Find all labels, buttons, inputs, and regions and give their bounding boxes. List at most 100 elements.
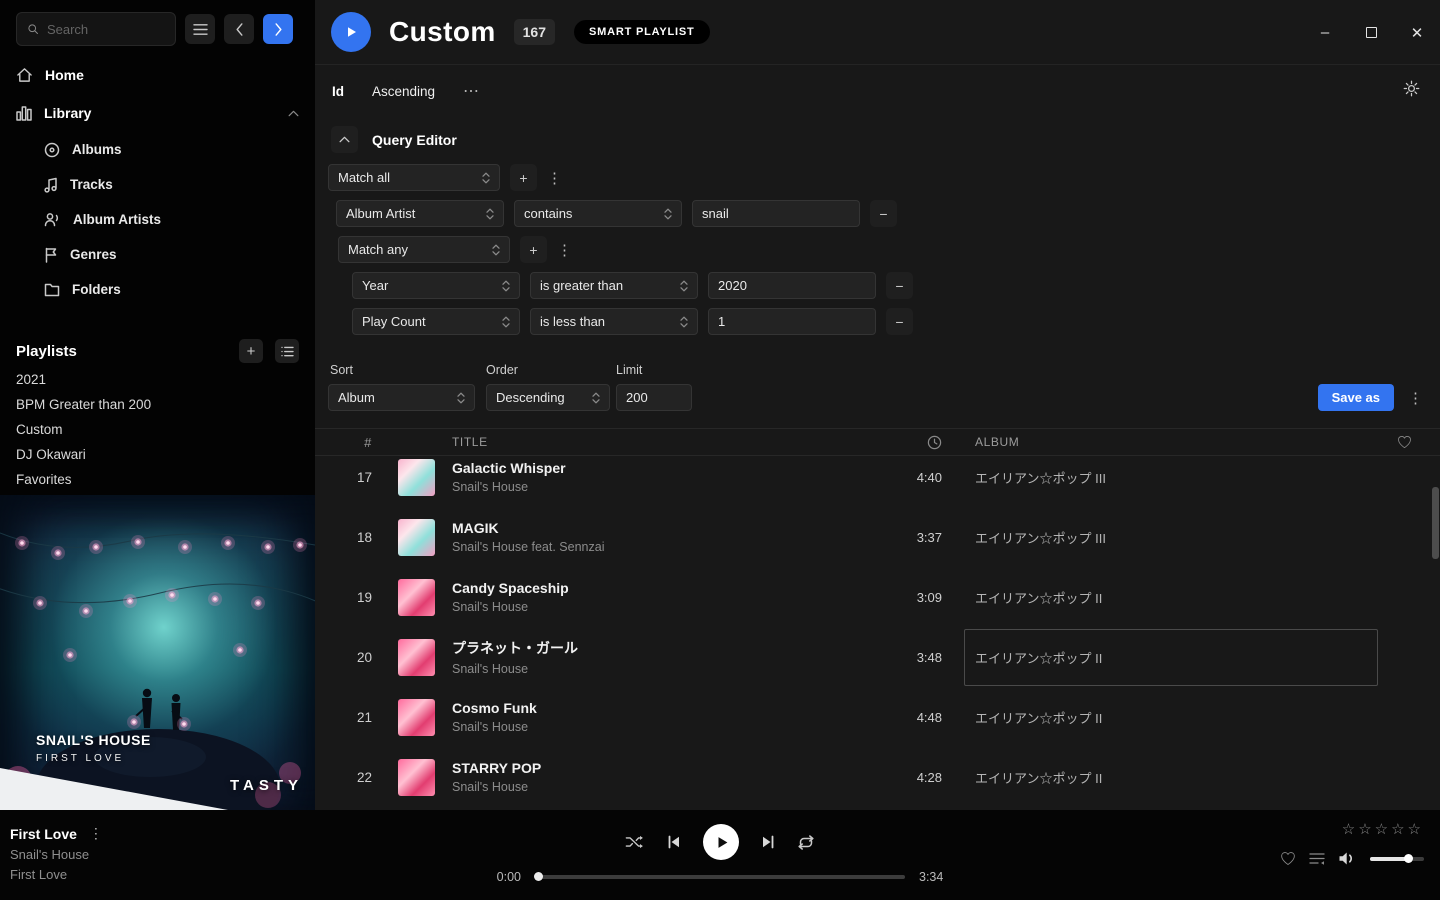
favorite-button[interactable] xyxy=(1280,851,1296,866)
track-duration: 4:40 xyxy=(822,470,942,485)
now-playing-menu-icon[interactable]: ⋮ xyxy=(89,825,103,842)
save-as-button[interactable]: Save as xyxy=(1318,384,1394,411)
sort-select-value: Album xyxy=(338,390,375,405)
sidebar-item-tracks[interactable]: Tracks xyxy=(0,167,315,202)
rule-row-year: Year is greater than − xyxy=(352,272,913,299)
rating-stars[interactable]: ☆☆☆☆☆ xyxy=(1342,822,1424,838)
repeat-button[interactable] xyxy=(797,835,815,850)
match-select[interactable]: Match all xyxy=(328,164,500,191)
playlist-view-button[interactable] xyxy=(275,339,299,363)
play-playlist-button[interactable] xyxy=(331,12,371,52)
track-number: 22 xyxy=(315,770,372,785)
track-table-header: # TITLE ALBUM xyxy=(315,428,1440,456)
seek-handle[interactable] xyxy=(534,872,543,881)
clock-icon xyxy=(927,435,942,450)
search-box[interactable] xyxy=(16,12,176,46)
add-playlist-button[interactable]: + xyxy=(239,339,263,363)
heart-icon xyxy=(1397,435,1412,449)
maximize-button[interactable] xyxy=(1362,27,1380,38)
chevron-up-icon[interactable] xyxy=(288,110,299,117)
sidebar-item-genres[interactable]: Genres xyxy=(0,237,315,272)
rule-field-select[interactable]: Play Count xyxy=(352,308,520,335)
column-album[interactable]: ALBUM xyxy=(975,435,1390,449)
order-select[interactable]: Descending xyxy=(486,384,610,411)
playlist-item-dj-okawari[interactable]: DJ Okawari xyxy=(0,442,315,467)
now-playing-album[interactable]: First Love xyxy=(10,867,103,882)
settings-button[interactable] xyxy=(1403,80,1420,100)
playlist-item-2021[interactable]: 2021 xyxy=(0,367,315,392)
track-row[interactable]: 18 MAGIK Snail's House feat. Sennzai 3:3… xyxy=(315,507,1440,567)
volume-button[interactable] xyxy=(1338,851,1357,866)
playlist-item-custom[interactable]: Custom xyxy=(0,417,315,442)
collapse-query-editor-button[interactable] xyxy=(331,126,358,153)
sort-field-control[interactable]: Id xyxy=(332,84,344,99)
rule-field-select[interactable]: Album Artist xyxy=(336,200,504,227)
add-rule-button[interactable]: + xyxy=(510,164,537,191)
now-playing-artist[interactable]: Snail's House xyxy=(10,847,103,862)
group-menu-icon[interactable]: ⋮ xyxy=(557,241,571,259)
column-title[interactable]: TITLE xyxy=(452,435,822,449)
shuffle-button[interactable] xyxy=(625,834,645,850)
volume-slider[interactable] xyxy=(1370,857,1424,861)
remove-rule-button[interactable]: − xyxy=(886,308,913,335)
now-playing-title[interactable]: First Love xyxy=(10,826,77,842)
nav-back-button[interactable] xyxy=(224,14,254,44)
more-options-icon[interactable]: ⋯ xyxy=(463,81,479,101)
cover-artist: SNAIL'S HOUSE xyxy=(36,732,151,748)
group-match-select[interactable]: Match any xyxy=(338,236,510,263)
limit-input[interactable] xyxy=(616,384,692,411)
add-group-rule-button[interactable]: + xyxy=(520,236,547,263)
match-select-value: Match all xyxy=(338,170,390,185)
nav-forward-button[interactable] xyxy=(263,14,293,44)
queue-icon xyxy=(1309,852,1325,865)
track-row[interactable]: 17 Galactic Whisper Snail's House 4:40 エ… xyxy=(315,456,1440,507)
limit-label: Limit xyxy=(616,363,642,377)
track-row[interactable]: 19 Candy Spaceship Snail's House 3:09 エイ… xyxy=(315,567,1440,627)
rule-group-menu-icon[interactable]: ⋮ xyxy=(547,169,561,187)
previous-track-button[interactable] xyxy=(667,835,681,849)
play-pause-button[interactable] xyxy=(703,824,739,860)
sidebar-item-folders[interactable]: Folders xyxy=(0,272,315,307)
queue-button[interactable] xyxy=(1309,852,1325,865)
track-row[interactable]: 21 Cosmo Funk Snail's House 4:48 エイリアン☆ポ… xyxy=(315,687,1440,747)
remove-rule-button[interactable]: − xyxy=(886,272,913,299)
search-input[interactable] xyxy=(47,22,165,37)
group-match-value: Match any xyxy=(348,242,408,257)
query-editor-header: Query Editor xyxy=(331,126,457,153)
track-album: エイリアン☆ポップ III xyxy=(975,468,1390,487)
rule-operator-select[interactable]: contains xyxy=(514,200,682,227)
remove-rule-button[interactable]: − xyxy=(870,200,897,227)
focused-album-cell[interactable]: エイリアン☆ポップ II xyxy=(964,629,1378,686)
save-menu-icon[interactable]: ⋮ xyxy=(1408,384,1422,411)
volume-handle[interactable] xyxy=(1404,854,1413,863)
column-favorite[interactable] xyxy=(1390,435,1418,449)
rule-value-input[interactable] xyxy=(708,272,876,299)
menu-button[interactable] xyxy=(185,14,215,44)
sidebar-item-albums[interactable]: Albums xyxy=(0,132,315,167)
seek-bar[interactable] xyxy=(535,875,905,879)
playlist-item-bpm[interactable]: BPM Greater than 200 xyxy=(0,392,315,417)
playlist-item-favorites[interactable]: Favorites xyxy=(0,467,315,492)
rule-operator-select[interactable]: is less than xyxy=(530,308,698,335)
next-track-button[interactable] xyxy=(761,835,775,849)
rule-value-input[interactable] xyxy=(708,308,876,335)
scrollbar-thumb[interactable] xyxy=(1432,487,1439,559)
rule-value-input[interactable] xyxy=(692,200,860,227)
minimize-button[interactable]: – xyxy=(1316,24,1334,41)
sort-direction-control[interactable]: Ascending xyxy=(372,84,435,99)
track-row[interactable]: 22 STARRY POP Snail's House 4:28 エイリアン☆ポ… xyxy=(315,747,1440,807)
rule-operator-select[interactable]: is greater than xyxy=(530,272,698,299)
sort-select[interactable]: Album xyxy=(328,384,475,411)
order-label: Order xyxy=(486,363,518,377)
sidebar-item-home[interactable]: Home xyxy=(0,56,315,94)
close-button[interactable]: ✕ xyxy=(1408,24,1426,42)
track-row[interactable]: 20 プラネット・ガール Snail's House 3:48 エイリアン☆ポッ… xyxy=(315,627,1440,687)
chevron-left-icon xyxy=(235,23,244,36)
sidebar-item-library[interactable]: Library xyxy=(0,94,315,132)
rule-field-select[interactable]: Year xyxy=(352,272,520,299)
sidebar-item-album-artists[interactable]: Album Artists xyxy=(0,202,315,237)
track-title: Cosmo Funk xyxy=(452,700,812,716)
column-duration[interactable] xyxy=(822,435,942,450)
disc-icon xyxy=(44,142,60,158)
column-number[interactable]: # xyxy=(315,435,372,450)
